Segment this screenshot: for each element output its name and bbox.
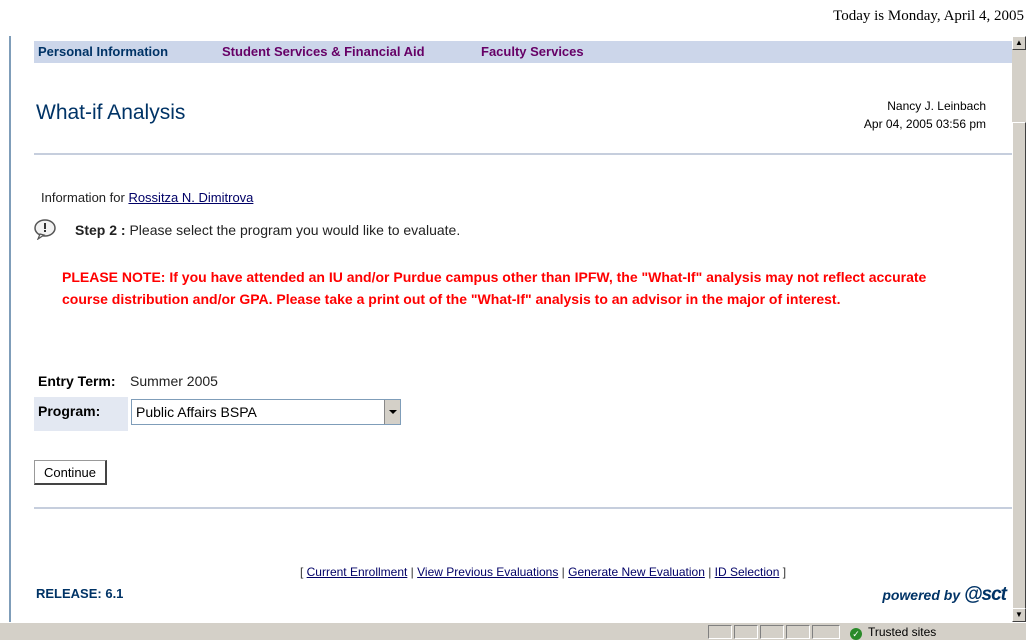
powered-by-text: powered by — [882, 587, 961, 603]
entry-term-label: Entry Term: — [34, 368, 128, 394]
status-cell — [786, 625, 810, 639]
link-current-enrollment[interactable]: Current Enrollment — [307, 565, 408, 579]
program-select[interactable]: Public Affairs BSPA — [131, 399, 401, 425]
vertical-scrollbar[interactable]: ▲ ▼ — [1012, 36, 1026, 622]
student-name-link[interactable]: Rossitza N. Dimitrova — [128, 190, 253, 205]
entry-term-value: Summer 2005 — [130, 373, 218, 389]
info-prefix: Information for — [41, 190, 129, 205]
separator: | — [558, 565, 569, 579]
user-info: Nancy J. Leinbach Apr 04, 2005 03:56 pm — [864, 97, 986, 133]
chevron-down-icon[interactable] — [384, 400, 400, 424]
divider-bottom — [34, 507, 1016, 509]
frame-left-border — [9, 36, 11, 622]
user-name: Nancy J. Leinbach — [887, 99, 986, 113]
sct-logo-text: sct — [981, 584, 1007, 605]
nav-personal-information[interactable]: Personal Information — [38, 44, 168, 59]
bracket-close: ] — [779, 565, 787, 579]
nav-faculty-services[interactable]: Faculty Services — [481, 44, 584, 59]
date-bar: Today is Monday, April 4, 2005 — [0, 0, 1026, 36]
separator: | — [407, 565, 418, 579]
step-label: Step 2 : — [75, 222, 126, 238]
scroll-up-icon[interactable]: ▲ — [1012, 36, 1026, 50]
release-version: RELEASE: 6.1 — [36, 586, 124, 601]
top-navigation: Personal Information Student Services & … — [34, 41, 1016, 63]
student-info: Information for Rossitza N. Dimitrova — [41, 190, 253, 205]
status-cell — [760, 625, 784, 639]
link-id-selection[interactable]: ID Selection — [715, 565, 780, 579]
scroll-down-icon[interactable]: ▼ — [1012, 608, 1026, 622]
program-label: Program: — [34, 397, 128, 431]
warning-note: PLEASE NOTE: If you have attended an IU … — [62, 269, 927, 307]
divider-top — [34, 153, 1016, 155]
security-zone-label: Trusted sites — [868, 625, 937, 639]
sct-logo: @sct — [964, 584, 1007, 605]
scroll-thumb[interactable] — [1012, 122, 1026, 622]
program-selected-value: Public Affairs BSPA — [136, 404, 257, 420]
footer-links: [ Current Enrollment | View Previous Eva… — [0, 565, 1026, 579]
nav-student-services[interactable]: Student Services & Financial Aid — [222, 44, 425, 59]
step-instruction: Step 2 : Please select the program you w… — [75, 222, 460, 238]
link-view-previous-evaluations[interactable]: View Previous Evaluations — [417, 565, 558, 579]
status-cell — [812, 625, 840, 639]
status-cell — [708, 625, 732, 639]
current-date: Today is Monday, April 4, 2005 — [833, 8, 1024, 24]
step-text: Please select the program you would like… — [125, 222, 461, 238]
bracket-open: [ — [299, 565, 307, 579]
link-generate-new-evaluation[interactable]: Generate New Evaluation — [568, 565, 705, 579]
status-cell — [734, 625, 758, 639]
status-bar: ✓ Trusted sites — [0, 622, 1026, 640]
speech-bubble-icon — [34, 219, 56, 240]
security-zone: ✓ Trusted sites — [850, 625, 936, 640]
powered-by-logo[interactable]: powered by @sct — [882, 584, 1007, 606]
session-timestamp: Apr 04, 2005 03:56 pm — [863, 117, 986, 131]
separator: | — [704, 565, 715, 579]
continue-button[interactable]: Continue — [34, 460, 107, 485]
checkmark-icon: ✓ — [850, 628, 862, 640]
page-title: What-if Analysis — [36, 101, 186, 124]
